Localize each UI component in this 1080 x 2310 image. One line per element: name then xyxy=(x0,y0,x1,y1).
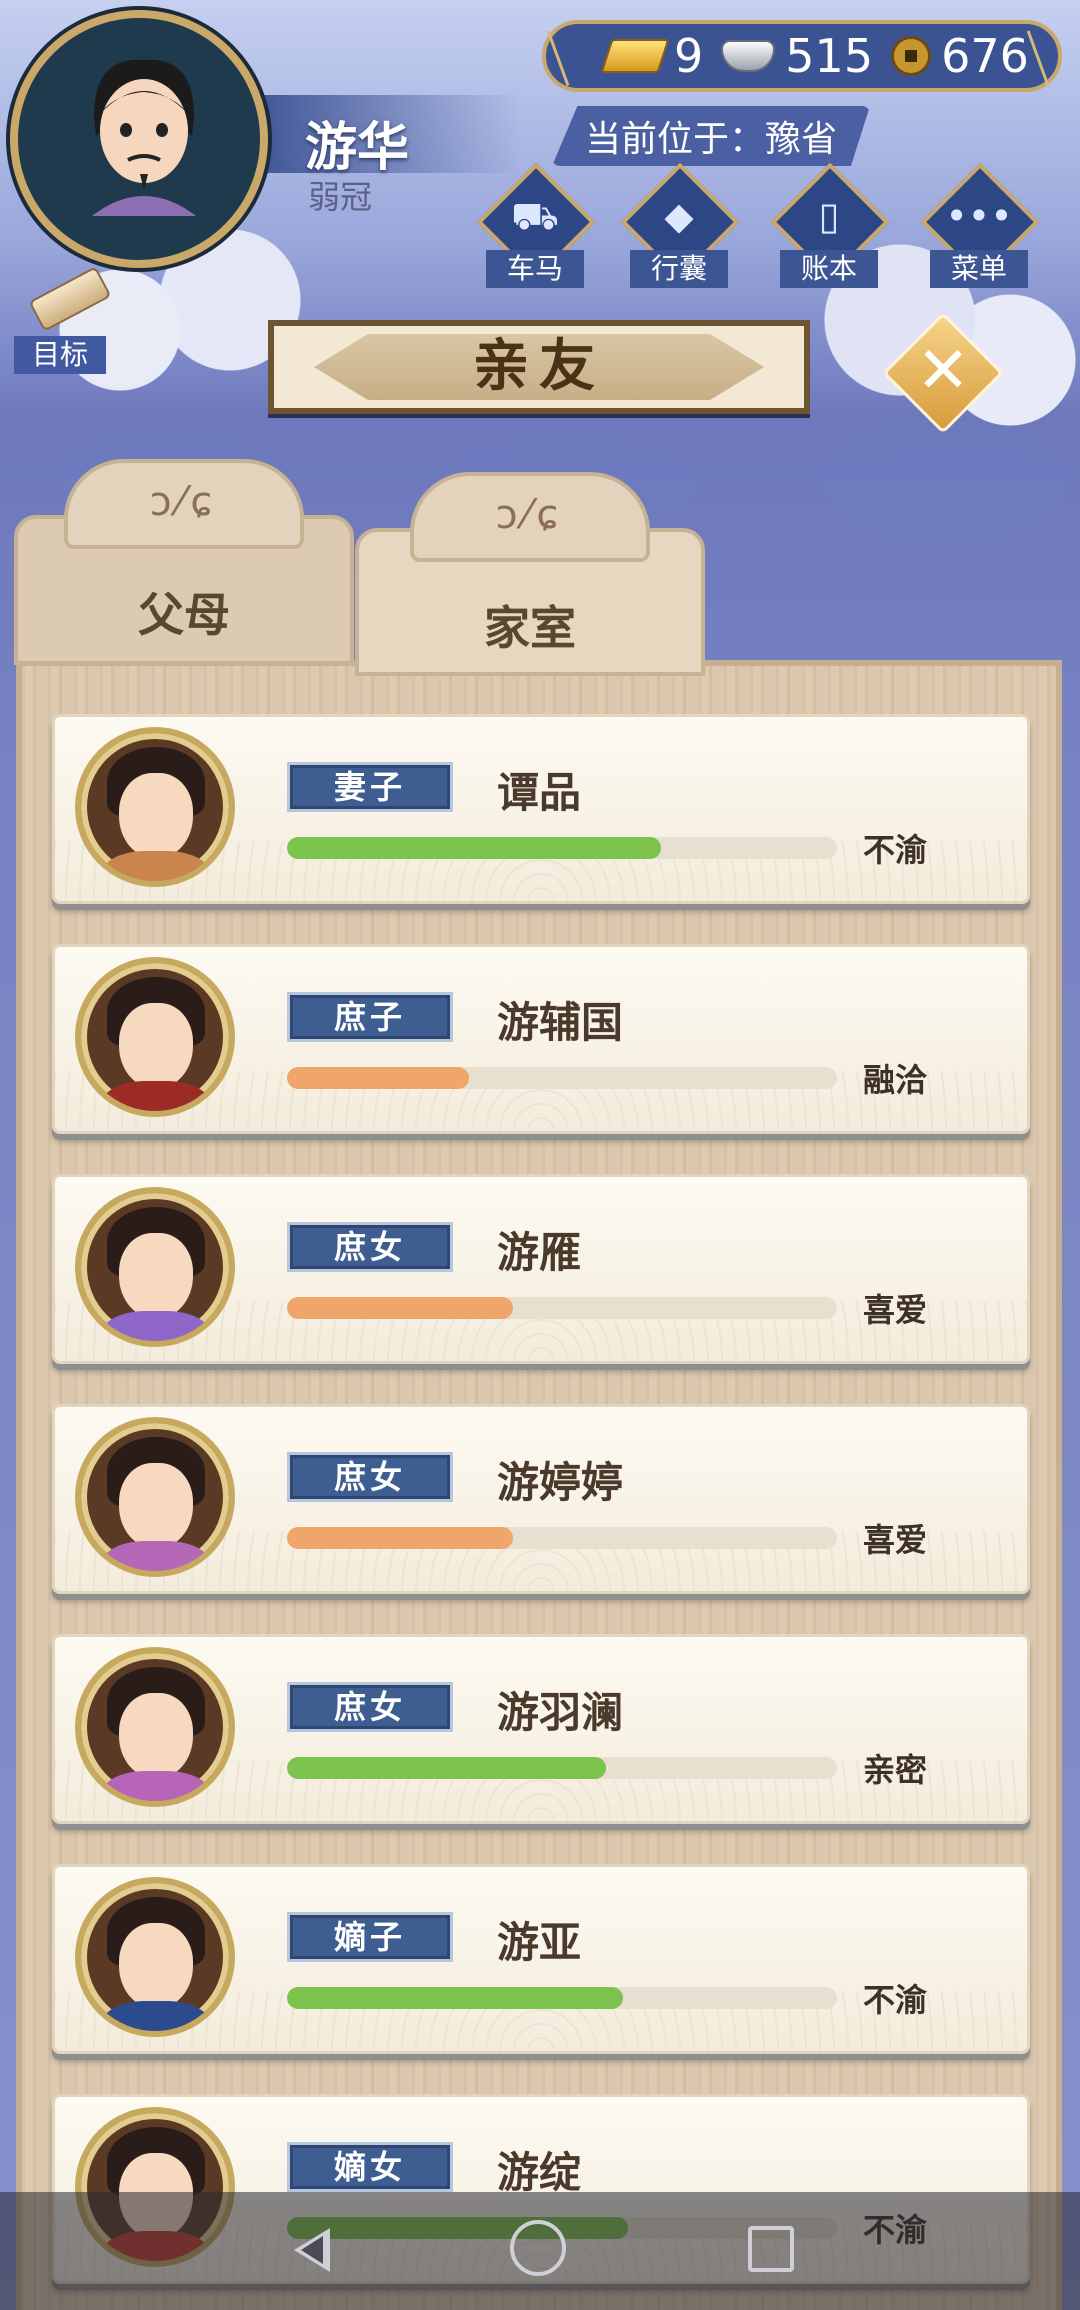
member-role: 庶女 xyxy=(287,1682,453,1732)
recent-apps-icon[interactable] xyxy=(748,2226,794,2272)
resource-bar: 9 515 676 xyxy=(542,20,1062,92)
carriage-label: 车马 xyxy=(486,250,584,288)
relation-status: 不渝 xyxy=(863,1981,928,2019)
gold-count: 9 xyxy=(674,29,704,83)
member-card[interactable]: 嫡子 游亚 不渝 xyxy=(52,1864,1030,2054)
member-card[interactable]: 庶子 游辅国 融洽 xyxy=(52,944,1030,1134)
member-card[interactable]: 妻子 谭品 不渝 xyxy=(52,714,1030,904)
affinity-bar xyxy=(287,1757,837,1779)
member-name: 游绽 xyxy=(497,2148,582,2197)
gold-ingot-icon xyxy=(600,39,670,73)
member-portrait xyxy=(75,1647,235,1807)
tab-family-label: 家室 xyxy=(484,601,576,655)
player-age-title: 弱冠 xyxy=(308,178,373,216)
system-navigation-bar xyxy=(0,2192,1080,2310)
location-label: 当前位于：豫省 xyxy=(552,106,870,166)
bag-button[interactable]: ◆ 行囊 xyxy=(620,162,740,288)
tab-family[interactable]: ɔ⁄ɕ 家室 xyxy=(355,472,705,676)
relation-status: 喜爱 xyxy=(863,1521,928,1559)
home-icon[interactable] xyxy=(510,2220,566,2276)
affinity-fill xyxy=(287,1987,623,2009)
ledger-button[interactable]: ▯ 账本 xyxy=(770,162,890,288)
silver-count: 515 xyxy=(785,29,874,83)
member-name: 游羽澜 xyxy=(497,1688,624,1737)
member-role: 妻子 xyxy=(287,762,453,812)
tab-parents[interactable]: ɔ⁄ɕ 父母 xyxy=(14,459,354,665)
affinity-fill xyxy=(287,1757,606,1779)
member-role: 庶女 xyxy=(287,1452,453,1502)
menu-button[interactable]: ••• 菜单 xyxy=(920,162,1040,288)
member-portrait xyxy=(75,1187,235,1347)
goal-label: 目标 xyxy=(14,336,106,374)
coin-count: 676 xyxy=(941,29,1029,83)
member-card[interactable]: 庶女 游羽澜 亲密 xyxy=(52,1634,1030,1824)
member-name: 游辅国 xyxy=(497,998,624,1047)
portrait-face xyxy=(119,1003,193,1089)
menu-label: 菜单 xyxy=(930,250,1028,288)
affinity-fill xyxy=(287,1067,469,1089)
affinity-bar xyxy=(287,837,837,859)
page-title-plaque: 亲友 xyxy=(268,320,810,414)
relation-status: 融洽 xyxy=(863,1061,928,1099)
tab-parents-label: 父母 xyxy=(138,588,230,642)
member-portrait xyxy=(75,1417,235,1577)
member-role: 庶子 xyxy=(287,992,453,1042)
member-name: 游亚 xyxy=(497,1918,582,1967)
member-name: 游婷婷 xyxy=(497,1458,624,1507)
back-icon[interactable] xyxy=(280,2220,340,2280)
portrait-face xyxy=(119,1463,193,1549)
portrait-face xyxy=(119,1233,193,1319)
carriage-button[interactable]: ⛟ 车马 xyxy=(476,162,596,288)
member-role: 庶女 xyxy=(287,1222,453,1272)
bag-label: 行囊 xyxy=(630,250,728,288)
relation-status: 亲密 xyxy=(863,1751,928,1789)
member-card[interactable]: 庶女 游雁 喜爱 xyxy=(52,1174,1030,1364)
player-avatar[interactable] xyxy=(10,10,268,268)
player-portrait xyxy=(92,59,196,216)
ledger-label: 账本 xyxy=(780,250,878,288)
member-name: 谭品 xyxy=(497,768,582,817)
affinity-fill xyxy=(287,1297,513,1319)
affinity-bar xyxy=(287,1987,837,2009)
member-portrait xyxy=(75,957,235,1117)
portrait-face xyxy=(119,1693,193,1779)
relation-status: 不渝 xyxy=(863,831,928,869)
affinity-bar xyxy=(287,1067,837,1089)
cloud-ornament-icon: ɔ⁄ɕ xyxy=(149,479,219,525)
member-portrait xyxy=(75,1877,235,2037)
member-role: 嫡女 xyxy=(287,2142,453,2192)
bag-icon: ◆ xyxy=(664,194,694,238)
member-role: 嫡子 xyxy=(287,1912,453,1962)
portrait-face xyxy=(119,1923,193,2009)
affinity-bar xyxy=(287,1297,837,1319)
more-dots-icon: ••• xyxy=(945,194,1013,238)
member-portrait xyxy=(75,727,235,887)
ledger-icon: ▯ xyxy=(818,194,840,238)
close-icon[interactable]: ✕ xyxy=(900,326,986,416)
affinity-fill xyxy=(287,837,661,859)
relation-status: 喜爱 xyxy=(863,1291,928,1329)
member-card[interactable]: 庶女 游婷婷 喜爱 xyxy=(52,1404,1030,1594)
silver-ingot-icon xyxy=(721,40,776,72)
carriage-icon: ⛟ xyxy=(511,194,559,238)
affinity-fill xyxy=(287,1527,513,1549)
member-name: 游雁 xyxy=(497,1228,582,1277)
goal-button[interactable] xyxy=(22,266,112,342)
background-cloud xyxy=(820,420,1070,540)
player-name: 游华 xyxy=(305,118,410,178)
portrait-face xyxy=(119,773,193,859)
copper-coin-icon xyxy=(891,36,932,76)
cloud-ornament-icon: ɔ⁄ɕ xyxy=(495,492,565,538)
page-title: 亲友 xyxy=(473,334,605,399)
affinity-bar xyxy=(287,1527,837,1549)
